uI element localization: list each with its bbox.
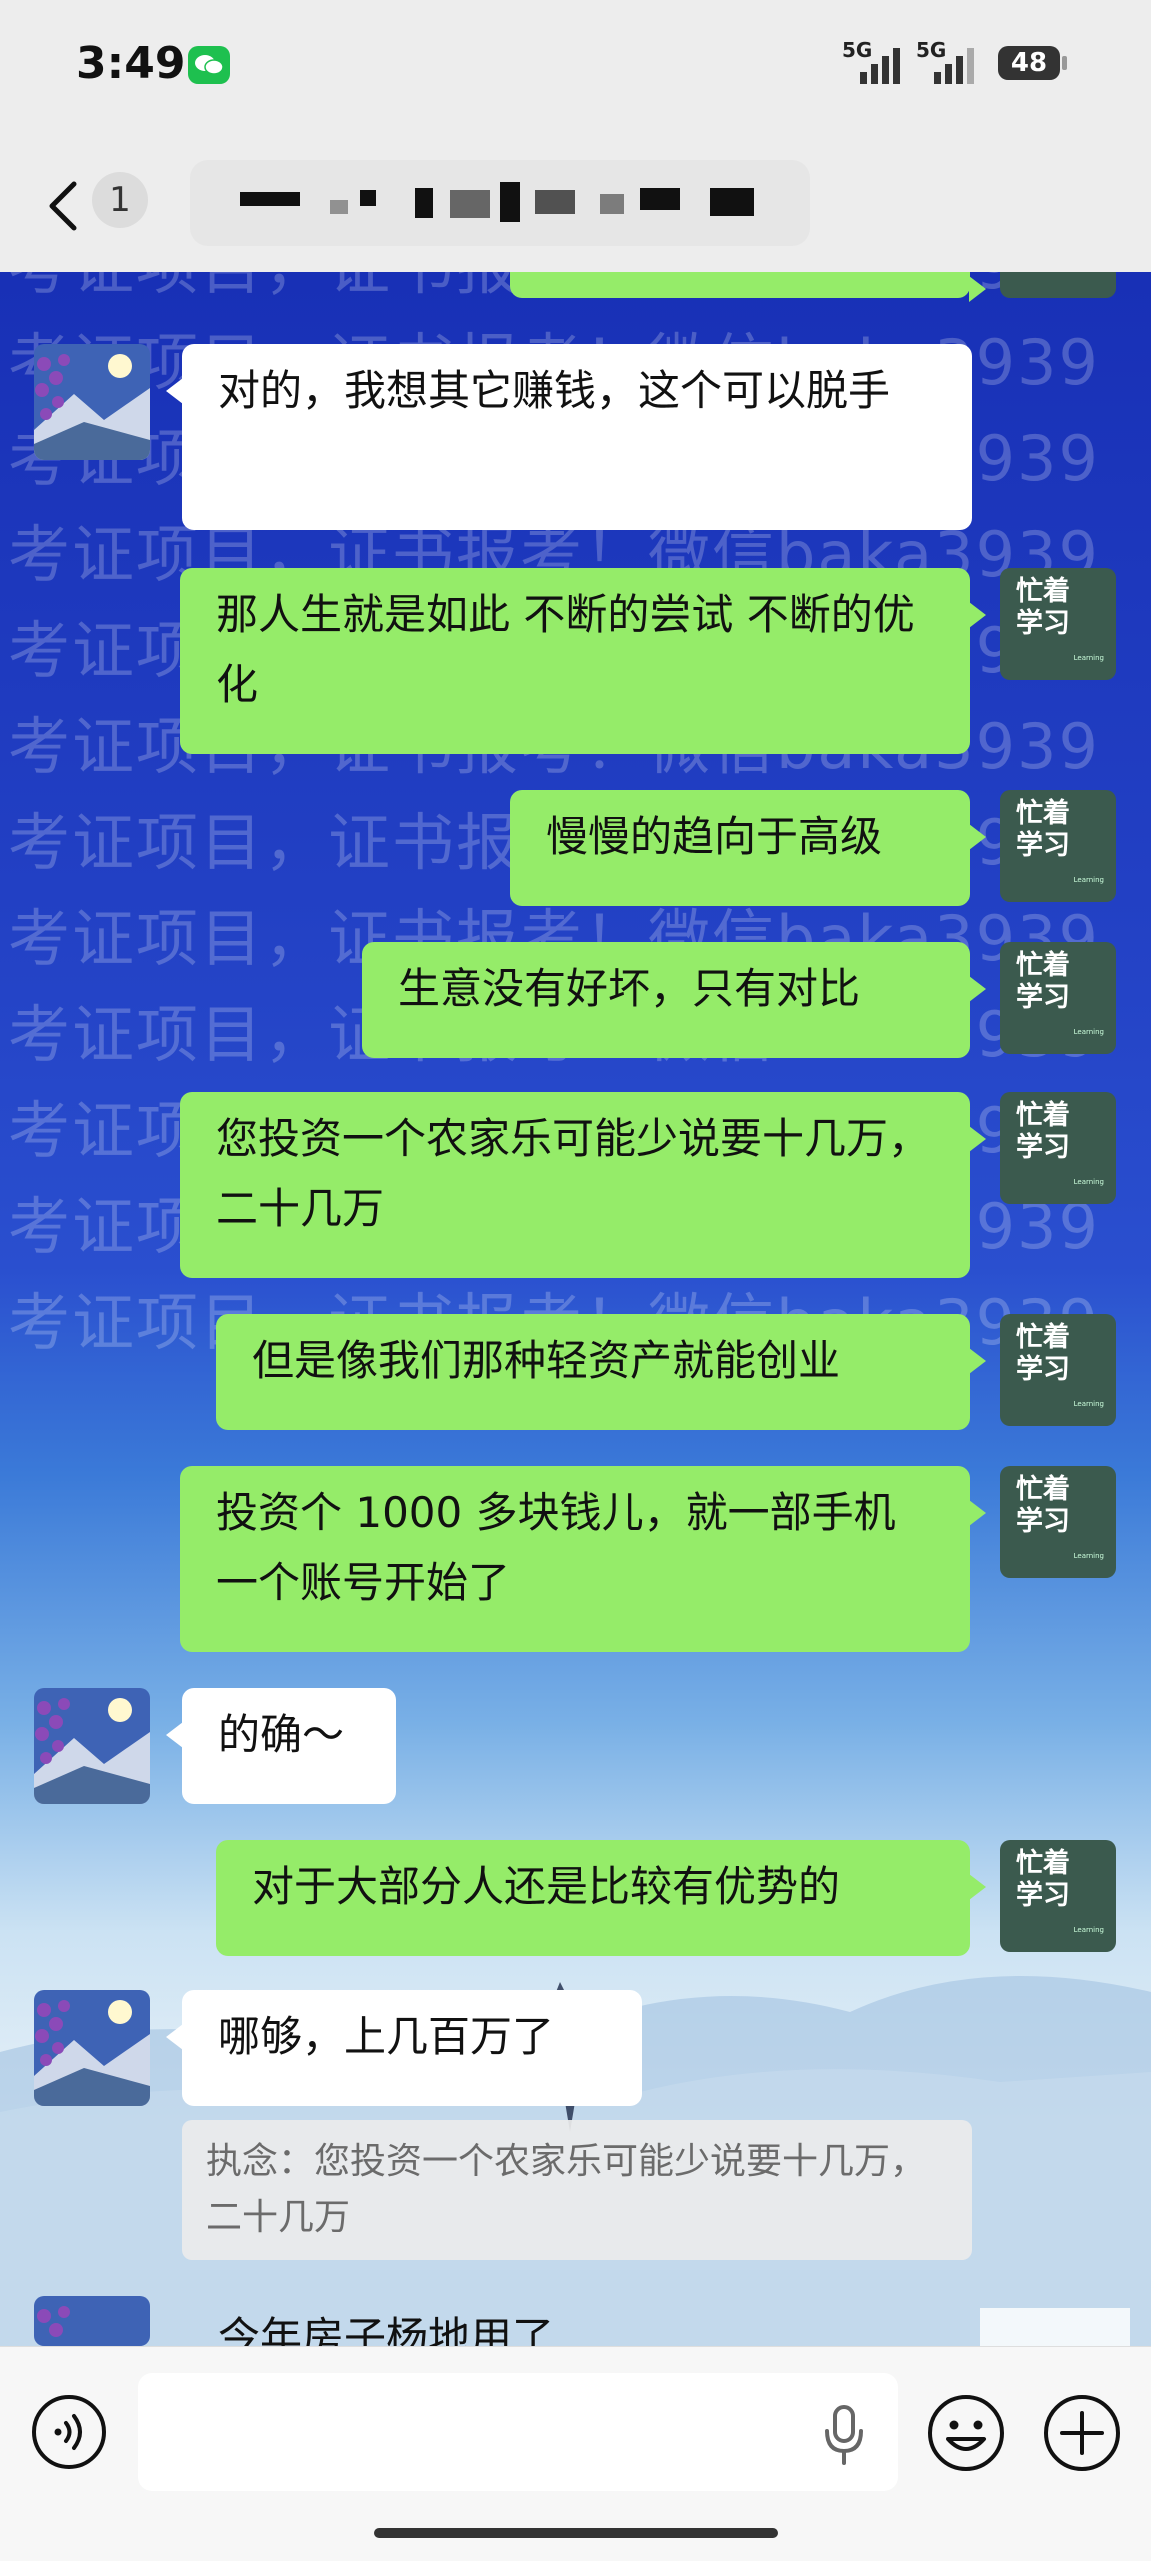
avatar-text-line1: 忙着	[1016, 950, 1070, 981]
message-bubble[interactable]: 的确～	[166, 1688, 396, 1804]
contact-avatar[interactable]	[34, 1688, 150, 1804]
avatar-text-line1: 忙着	[1016, 576, 1070, 607]
avatar-text-line2: 学习	[1016, 1506, 1070, 1537]
message-input[interactable]	[138, 2373, 898, 2491]
self-avatar[interactable]	[1000, 272, 1116, 298]
message-bubble[interactable]: 哪够，上几百万了	[166, 1990, 642, 2106]
avatar-text-line2: 学习	[1016, 1354, 1070, 1385]
avatar-text-line1: 忙着	[1016, 1322, 1070, 1353]
message-bubble[interactable]: 对于大部分人还是比较有优势的	[216, 1840, 986, 1956]
back-arrow-icon[interactable]	[40, 176, 90, 236]
message-bubble[interactable]: 您投资一个农家乐可能少说要十几万，二十几万	[180, 1092, 986, 1278]
emoji-icon[interactable]	[926, 2393, 1006, 2473]
chat-messages-area[interactable]: 考证项目，证书报考！微信baka3939 考证项目，证书报考！微信baka393…	[0, 272, 1151, 2346]
self-avatar[interactable]: 忙着 学习 Learning	[1000, 1466, 1116, 1578]
self-avatar[interactable]: 忙着 学习 Learning	[1000, 790, 1116, 902]
avatar-small-text: Learning	[1073, 1028, 1104, 1036]
avatar-text-line2: 学习	[1016, 982, 1070, 1013]
unread-count-badge: 1	[92, 172, 148, 228]
self-avatar[interactable]: 忙着 学习 Learning	[1000, 1314, 1116, 1426]
avatar-text-line2: 学习	[1016, 1132, 1070, 1163]
message-text-partial: 今年房子杨地用了	[218, 2313, 555, 2346]
battery-level: 48	[1010, 48, 1048, 78]
avatar-text-line1: 忙着	[1016, 798, 1070, 829]
redacted-area	[980, 2308, 1130, 2346]
message-bubble[interactable]: 投资个 1000 多块钱儿，就一部手机一个账号开始了	[180, 1466, 986, 1652]
avatar-text-line2: 学习	[1016, 1880, 1070, 1911]
avatar-text-line1: 忙着	[1016, 1100, 1070, 1131]
message-bubble-partial[interactable]	[510, 272, 986, 302]
status-bar: 3:49 5G 5G 48	[0, 0, 1151, 140]
contact-avatar[interactable]	[34, 2296, 150, 2346]
avatar-small-text: Learning	[1073, 654, 1104, 662]
self-avatar[interactable]: 忙着 学习 Learning	[1000, 1840, 1116, 1952]
avatar-small-text: Learning	[1073, 1178, 1104, 1186]
self-avatar[interactable]: 忙着 学习 Learning	[1000, 942, 1116, 1054]
message-bubble[interactable]: 慢慢的趋向于高级	[510, 790, 986, 906]
avatar-small-text: Learning	[1073, 1552, 1104, 1560]
avatar-small-text: Learning	[1073, 1400, 1104, 1408]
message-bubble[interactable]: 对的，我想其它赚钱，这个可以脱手	[166, 344, 972, 530]
avatar-text-line2: 学习	[1016, 830, 1070, 861]
avatar-small-text: Learning	[1073, 876, 1104, 884]
microphone-icon[interactable]	[822, 2403, 866, 2467]
home-indicator[interactable]	[374, 2528, 778, 2538]
message-bubble[interactable]: 那人生就是如此 不断的尝试 不断的优化	[180, 568, 986, 754]
avatar-text-line1: 忙着	[1016, 1474, 1070, 1505]
chat-title-redacted	[190, 160, 810, 246]
message-bubble[interactable]: 生意没有好坏，只有对比	[362, 942, 986, 1058]
self-avatar[interactable]: 忙着 学习 Learning	[1000, 1092, 1116, 1204]
contact-avatar[interactable]	[34, 344, 150, 460]
self-avatar[interactable]: 忙着 学习 Learning	[1000, 568, 1116, 680]
avatar-text-line1: 忙着	[1016, 1848, 1070, 1879]
quoted-message[interactable]: 执念：您投资一个农家乐可能少说要十几万，二十几万	[182, 2120, 972, 2260]
message-bubble[interactable]: 但是像我们那种轻资产就能创业	[216, 1314, 986, 1430]
contact-avatar[interactable]	[34, 1990, 150, 2106]
avatar-text-line2: 学习	[1016, 608, 1070, 639]
add-attachment-icon[interactable]	[1042, 2393, 1122, 2473]
wechat-notification-icon	[188, 46, 230, 84]
voice-input-icon[interactable]	[30, 2393, 108, 2471]
avatar-small-text: Learning	[1073, 1926, 1104, 1934]
battery-icon: 48	[998, 46, 1067, 80]
status-time: 3:49	[76, 38, 186, 89]
